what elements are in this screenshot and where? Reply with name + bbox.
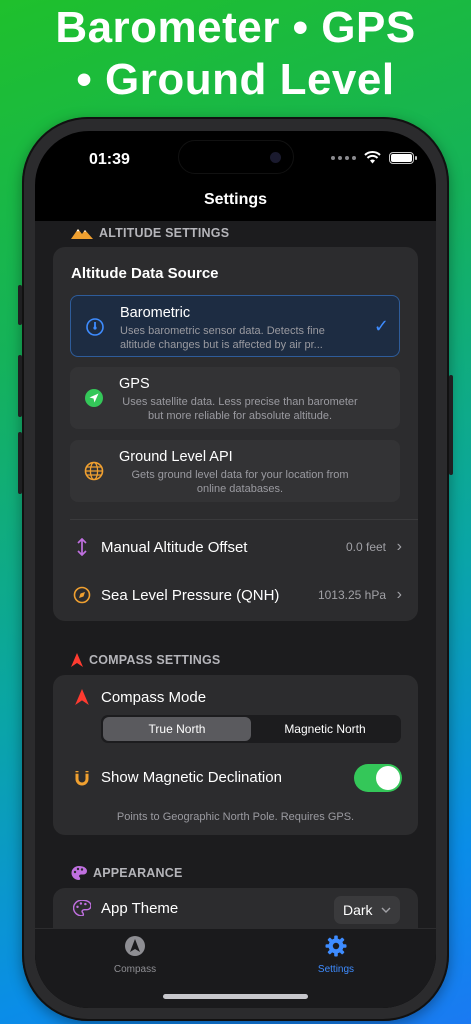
phone-screen: 01:39 Settings ALTITUDE SETTINGS Altitud…: [35, 131, 436, 1008]
sea-level-pressure-value: 1013.25 hPa: [317, 588, 386, 602]
compass-icon: [125, 936, 145, 956]
altitude-source-title: Altitude Data Source: [71, 265, 219, 282]
arrowhead-icon: [71, 653, 83, 667]
wifi-icon: [364, 151, 381, 164]
divider: [70, 519, 418, 520]
source-desc: Gets ground level data for your location…: [131, 469, 349, 495]
palette-icon: [71, 866, 87, 880]
source-title: GPS: [119, 376, 150, 392]
magnetic-declination-toggle[interactable]: [354, 764, 402, 792]
source-desc: Uses satellite data. Less precise than b…: [122, 396, 358, 422]
source-option-ground-level-api[interactable]: Ground Level API Gets ground level data …: [70, 440, 400, 502]
magnetic-declination-label: Show Magnetic Declination: [101, 769, 282, 786]
magnet-icon: [75, 771, 89, 786]
chevron-right-icon: ›: [396, 586, 402, 603]
source-option-gps[interactable]: GPS Uses satellite data. Less precise th…: [70, 367, 400, 429]
manual-offset-value: 0.0 feet: [345, 540, 386, 554]
compass-mode-segmented-control[interactable]: True North Magnetic North: [101, 715, 401, 743]
chevron-right-icon: ›: [396, 538, 402, 555]
altitude-card: Altitude Data Source Barometric Uses bar…: [53, 247, 418, 621]
chevron-down-icon: [381, 907, 391, 913]
volume-up-button: [18, 355, 22, 417]
status-icons: [331, 151, 417, 164]
source-title: Barometric: [120, 305, 191, 321]
compass-section-label: COMPASS SETTINGS: [89, 653, 221, 667]
gauge-icon: [86, 318, 104, 336]
camera-icon: [270, 152, 281, 163]
appearance-section-header: APPEARANCE: [71, 866, 183, 880]
checkmark-icon: ✓: [373, 316, 389, 336]
app-theme-value: Dark: [343, 902, 373, 918]
altitude-section-label: ALTITUDE SETTINGS: [99, 226, 230, 240]
appearance-card: App Theme Dark: [53, 888, 418, 928]
manual-offset-label: Manual Altitude Offset: [101, 538, 248, 556]
tab-compass-label: Compass: [113, 964, 157, 975]
volume-down-button: [18, 432, 22, 494]
tab-bar: Compass Settings: [35, 928, 436, 1008]
mountain-icon: [71, 229, 93, 239]
action-button: [18, 285, 22, 325]
power-button: [449, 375, 453, 475]
source-title: Ground Level API: [119, 449, 233, 465]
sea-level-pressure-label: Sea Level Pressure (QNH): [101, 586, 280, 604]
vertical-arrows-icon: [77, 538, 87, 556]
compass-section-header: COMPASS SETTINGS: [71, 653, 220, 667]
headline-line-2: • Ground Level: [76, 55, 395, 104]
nav-title: Settings: [203, 191, 268, 208]
compass-card: Compass Mode True North Magnetic North S…: [53, 675, 418, 835]
status-time: 01:39: [89, 151, 130, 168]
battery-icon: [389, 151, 417, 164]
appearance-section-label: APPEARANCE: [93, 866, 183, 880]
palette-icon: [73, 900, 91, 916]
settings-list[interactable]: ALTITUDE SETTINGS Altitude Data Source B…: [35, 221, 436, 928]
arrowhead-icon: [75, 689, 89, 705]
compass-mode-label: Compass Mode: [101, 689, 207, 706]
location-arrow-icon: [85, 389, 103, 407]
source-option-barometric[interactable]: Barometric Uses barometric sensor data. …: [70, 295, 400, 357]
source-desc: Uses barometric sensor data. Detects fin…: [120, 325, 325, 351]
app-theme-label: App Theme: [101, 900, 179, 917]
altitude-section-header: ALTITUDE SETTINGS: [71, 226, 229, 240]
app-theme-picker[interactable]: Dark: [334, 896, 400, 924]
headline-line-1: Barometer • GPS: [55, 3, 416, 52]
segment-true-north[interactable]: True North: [103, 717, 251, 741]
promo-headline: Barometer • GPS • Ground Level: [0, 2, 471, 106]
dynamic-island: [178, 140, 294, 174]
home-indicator[interactable]: [163, 994, 308, 999]
compass-dial-icon: [73, 586, 91, 604]
compass-mode-note: Points to Geographic North Pole. Require…: [116, 811, 355, 823]
sea-level-pressure-row[interactable]: Sea Level Pressure (QNH) 1013.25 hPa ›: [53, 572, 418, 618]
tab-settings-label: Settings: [317, 964, 355, 975]
gear-icon: [325, 935, 347, 957]
tab-compass[interactable]: Compass: [85, 935, 185, 975]
tab-settings[interactable]: Settings: [286, 935, 386, 975]
signal-icon: [331, 155, 356, 160]
segment-magnetic-north[interactable]: Magnetic North: [251, 717, 399, 741]
globe-icon: [84, 461, 104, 481]
manual-offset-row[interactable]: Manual Altitude Offset 0.0 feet ›: [53, 524, 418, 570]
